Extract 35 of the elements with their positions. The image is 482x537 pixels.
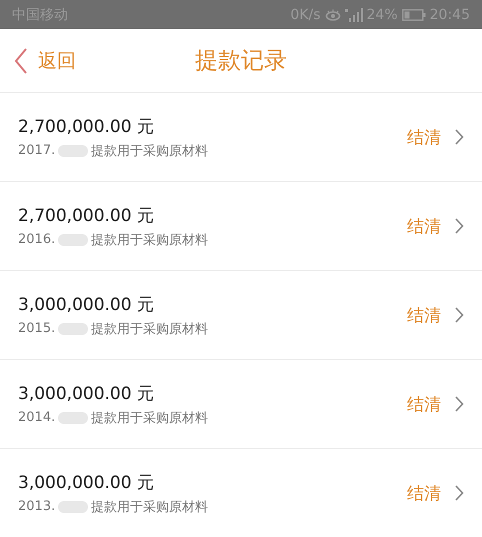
amount-text: 2,700,000.00 元 [18,204,155,226]
amount-text: 3,000,000.00 元 [18,382,155,404]
date-text: 2013. [18,499,56,514]
amount-text: 3,000,000.00 元 [18,472,155,494]
signal-icon [344,8,363,22]
status-text: 结清 [407,482,441,504]
eye-icon [324,8,341,20]
status-text: 结清 [407,216,441,238]
note-text: 提款用于采购原材料 [91,410,208,426]
amount-text: 3,000,000.00 元 [18,294,155,316]
chevron-right-icon [455,129,464,145]
amount-text: 2,700,000.00 元 [18,116,155,138]
record-row[interactable]: 3,000,000.00 元 2013. 提款用于采购原材料 结清 [0,449,482,537]
status-text: 结清 [407,394,441,416]
page-title: 提款记录 [195,47,287,76]
note-text: 提款用于采购原材料 [91,232,208,248]
date-text: 2015. [18,321,56,336]
battery-icon [402,8,426,20]
record-row[interactable]: 3,000,000.00 元 2015. 提款用于采购原材料 结清 [0,271,482,360]
status-text: 结清 [407,304,441,326]
date-text: 2017. [18,143,56,158]
chevron-right-icon [455,307,464,323]
status-text: 结清 [407,126,441,148]
record-row[interactable]: 2,700,000.00 元 2016. 提款用于采购原材料 结清 [0,182,482,271]
record-row[interactable]: 2,700,000.00 元 2017. 提款用于采购原材料 结清 [0,93,482,182]
chevron-right-icon [455,396,464,412]
note-text: 提款用于采购原材料 [91,498,208,516]
chevron-right-icon [455,485,464,501]
date-text: 2014. [18,410,56,425]
chevron-left-icon [14,48,28,74]
note-text: 提款用于采购原材料 [91,320,208,338]
note-text: 提款用于采购原材料 [91,142,208,160]
record-row[interactable]: 3,000,000.00 元 2014. 提款用于采购原材料 结清 [0,360,482,449]
chevron-right-icon [455,218,464,234]
date-text: 2016. [18,232,56,247]
